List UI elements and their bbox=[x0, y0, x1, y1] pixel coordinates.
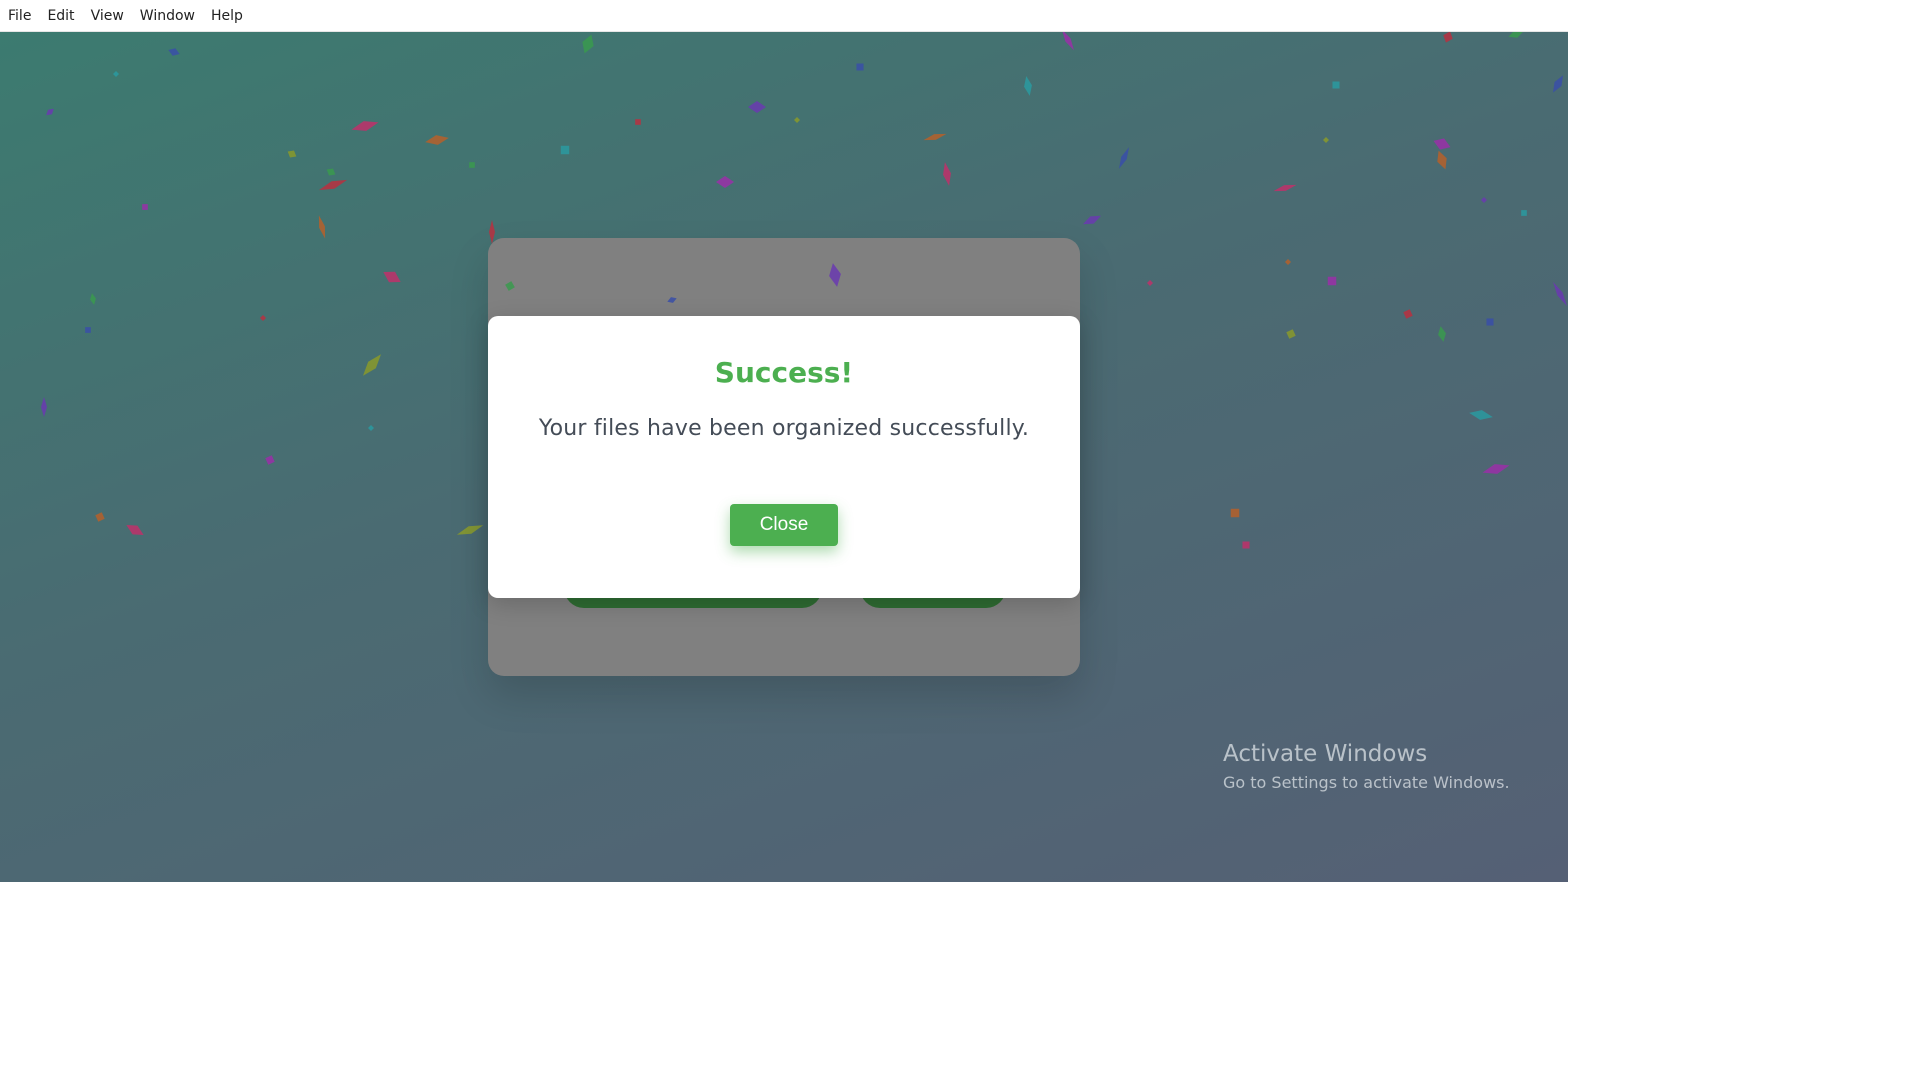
confetti-piece bbox=[794, 117, 800, 123]
menu-help[interactable]: Help bbox=[207, 0, 247, 32]
menu-file[interactable]: File bbox=[4, 0, 35, 32]
confetti-piece bbox=[582, 34, 594, 54]
confetti-piece bbox=[368, 425, 374, 431]
confetti-piece bbox=[456, 525, 484, 535]
confetti-piece bbox=[1481, 197, 1487, 203]
confetti-piece bbox=[318, 215, 326, 239]
confetti-piece bbox=[1482, 464, 1510, 474]
confetti-piece bbox=[351, 121, 379, 131]
confetti-piece bbox=[126, 525, 144, 535]
confetti-piece bbox=[1062, 32, 1074, 51]
app-backdrop: Success! Your files have been organized … bbox=[0, 32, 1568, 882]
confetti-piece bbox=[856, 63, 864, 71]
confetti-piece bbox=[265, 455, 275, 465]
confetti-piece bbox=[1508, 32, 1524, 38]
confetti-piece bbox=[1486, 318, 1494, 326]
confetti-piece bbox=[1438, 326, 1446, 342]
dialog-title: Success! bbox=[714, 356, 854, 389]
confetti-piece bbox=[1433, 138, 1451, 150]
confetti-piece bbox=[716, 176, 734, 188]
confetti-piece bbox=[1327, 276, 1337, 286]
confetti-piece bbox=[260, 315, 266, 321]
confetti-piece bbox=[168, 48, 180, 56]
confetti-piece bbox=[1286, 329, 1296, 339]
confetti-piece bbox=[90, 293, 96, 305]
activate-subtitle: Go to Settings to activate Windows. bbox=[1223, 773, 1510, 792]
confetti-piece bbox=[1553, 75, 1563, 93]
confetti-piece bbox=[85, 327, 91, 333]
confetti-piece bbox=[469, 162, 475, 168]
confetti-piece bbox=[1118, 147, 1130, 169]
menu-bar: File Edit View Window Help bbox=[0, 0, 1568, 32]
confetti-piece bbox=[1403, 309, 1413, 319]
success-dialog: Success! Your files have been organized … bbox=[488, 316, 1080, 598]
confetti-piece bbox=[326, 168, 336, 176]
confetti-piece bbox=[1242, 541, 1250, 549]
activate-windows-watermark: Activate Windows Go to Settings to activ… bbox=[1223, 738, 1510, 796]
confetti-piece bbox=[1469, 410, 1493, 420]
confetti-piece bbox=[1082, 215, 1102, 225]
confetti-piece bbox=[1024, 76, 1032, 96]
confetti-piece bbox=[1332, 81, 1340, 89]
menu-window[interactable]: Window bbox=[136, 0, 199, 32]
confetti-piece bbox=[635, 119, 641, 125]
confetti-piece bbox=[318, 179, 348, 191]
confetti-piece bbox=[383, 271, 401, 283]
confetti-piece bbox=[1230, 508, 1240, 518]
confetti-piece bbox=[142, 204, 148, 210]
confetti-piece bbox=[41, 397, 47, 417]
confetti-piece bbox=[287, 150, 297, 158]
dialog-message: Your files have been organized successfu… bbox=[538, 416, 1030, 441]
confetti-piece bbox=[363, 354, 381, 376]
confetti-piece bbox=[113, 71, 119, 77]
confetti-piece bbox=[923, 133, 947, 141]
confetti-piece bbox=[1285, 259, 1291, 265]
confetti-piece bbox=[560, 145, 570, 155]
confetti-piece bbox=[1147, 280, 1153, 286]
confetti-piece bbox=[943, 162, 951, 186]
activate-title: Activate Windows bbox=[1223, 741, 1428, 767]
confetti-piece bbox=[1521, 210, 1527, 216]
confetti-piece bbox=[425, 135, 449, 145]
confetti-piece bbox=[1553, 281, 1567, 307]
menu-edit[interactable]: Edit bbox=[43, 0, 78, 32]
confetti-piece bbox=[1443, 32, 1453, 43]
close-button[interactable]: Close bbox=[730, 504, 838, 546]
confetti-piece bbox=[1437, 150, 1447, 170]
menu-view[interactable]: View bbox=[87, 0, 128, 32]
confetti-piece bbox=[95, 512, 105, 522]
confetti-piece bbox=[748, 101, 766, 113]
confetti-piece bbox=[1323, 137, 1329, 143]
confetti-piece bbox=[1273, 184, 1297, 192]
confetti-piece bbox=[46, 108, 54, 116]
